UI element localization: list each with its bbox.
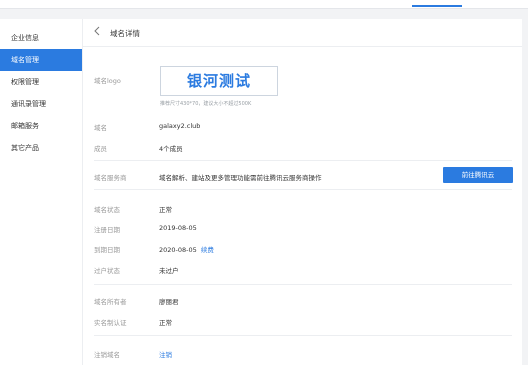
sidebar-item-mail-service[interactable]: 邮箱服务	[0, 115, 82, 137]
realname-label: 实名制认证	[94, 319, 127, 327]
service-value: 域名解析、建站及更多管理功能需前往腾讯云服务商操作	[159, 174, 322, 182]
status-value: 正常	[159, 206, 172, 214]
service-label: 域名服务商	[94, 174, 127, 182]
sidebar-item-permission-management[interactable]: 权限管理	[0, 71, 82, 93]
logo-hint: 推荐尺寸430*70，建议大小不超过500K	[160, 101, 252, 107]
expire-date-row: 2020-08-05 续费	[159, 244, 214, 254]
sidebar-item-other-products[interactable]: 其它产品	[0, 137, 82, 159]
cancel-domain-link[interactable]: 注销	[159, 349, 172, 359]
transfer-status-value: 未过户	[159, 267, 179, 275]
go-tencent-cloud-button[interactable]: 前往腾讯云	[443, 167, 513, 183]
domain-label: 域名	[94, 124, 107, 132]
sidebar-item-contacts-management[interactable]: 通讯录管理	[0, 93, 82, 115]
renew-link[interactable]: 续费	[201, 246, 214, 254]
divider	[94, 284, 512, 285]
logo-label: 域名logo	[94, 77, 121, 85]
scrollbar[interactable]	[522, 19, 528, 365]
expire-date-label: 到期日期	[94, 246, 120, 254]
domain-logo[interactable]: 银河测试	[160, 66, 278, 96]
domain-detail-panel: 域名详情 域名logo 银河测试 推荐尺寸430*70，建议大小不超过500K …	[82, 19, 523, 365]
logo-text: 银河测试	[186, 72, 251, 90]
register-date-label: 注册日期	[94, 226, 120, 234]
sidebar-item-domain-management[interactable]: 域名管理	[0, 49, 82, 71]
active-tab-indicator	[412, 5, 462, 7]
members-label: 成员	[94, 145, 107, 153]
top-navigation	[0, 0, 528, 9]
sidebar: 企业信息 域名管理 权限管理 通讯录管理 邮箱服务 其它产品	[0, 19, 82, 365]
status-label: 域名状态	[94, 206, 120, 214]
chevron-left-icon[interactable]	[94, 26, 100, 39]
members-value: 4个成员	[159, 145, 183, 153]
divider	[94, 335, 512, 336]
divider	[94, 160, 512, 161]
divider	[94, 189, 512, 190]
owner-value: 廖丽君	[159, 298, 179, 306]
cancel-domain-label: 注销域名	[94, 351, 120, 359]
sidebar-item-company-info[interactable]: 企业信息	[0, 27, 82, 49]
domain-value: galaxy2.club	[159, 122, 201, 130]
realname-value: 正常	[159, 319, 172, 327]
transfer-status-label: 过户状态	[94, 267, 120, 275]
expire-date-value: 2020-08-05	[159, 246, 197, 254]
register-date-value: 2019-08-05	[159, 224, 197, 232]
page-title: 域名详情	[110, 29, 140, 38]
owner-label: 域名所有者	[94, 298, 127, 306]
detail-header: 域名详情	[83, 19, 523, 47]
